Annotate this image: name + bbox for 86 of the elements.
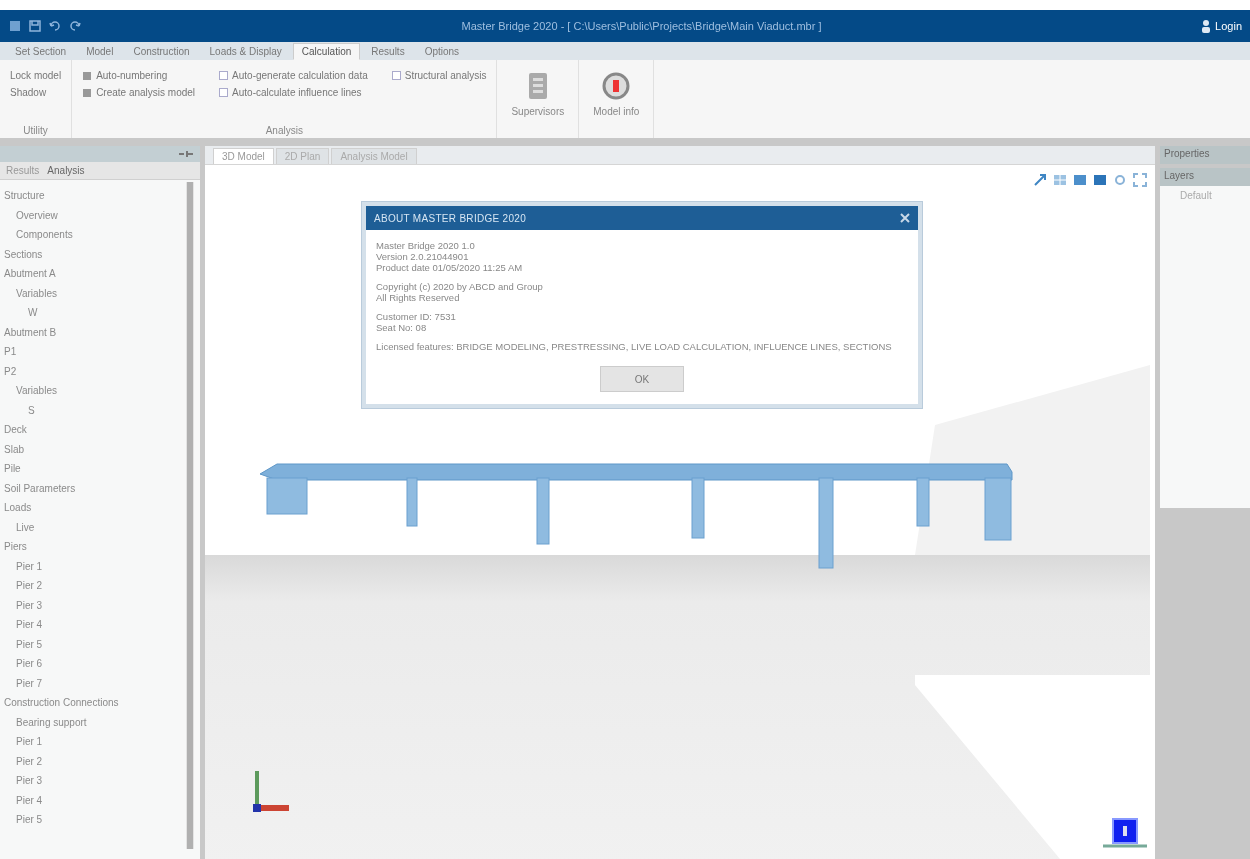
tree-item[interactable]: Pier 4 bbox=[16, 615, 43, 635]
option-checkbox[interactable]: Auto-generate calculation data bbox=[219, 70, 368, 81]
tree-item[interactable]: Pier 1 bbox=[16, 732, 43, 752]
tree-item[interactable]: Variables bbox=[16, 283, 57, 303]
panel-header: Layers bbox=[1160, 168, 1250, 186]
expand-icon[interactable] bbox=[1033, 173, 1047, 187]
tree-item[interactable]: Pier 4 bbox=[16, 790, 43, 810]
scrollbar-thumb[interactable] bbox=[187, 182, 193, 849]
dialog-text: Master Bridge 2020 1.0 bbox=[376, 240, 475, 251]
window-title: Master Bridge 2020 - [ C:\Users\Public\Projects\Bridge\Main Viaduct.mbr ] bbox=[460, 20, 823, 32]
ok-button[interactable]: OK bbox=[600, 366, 684, 392]
view-tab[interactable]: 3D Model bbox=[213, 148, 274, 164]
dialog-text: Seat No: 08 bbox=[376, 322, 427, 333]
tree-item[interactable]: Pier 1 bbox=[16, 556, 43, 576]
panel-tab[interactable]: Results bbox=[4, 165, 42, 176]
ribbon-button[interactable]: Lock model bbox=[10, 70, 62, 81]
tree-item[interactable]: Components bbox=[16, 225, 73, 245]
dialog-text: Copyright (c) 2020 by ABCD and Group bbox=[376, 281, 543, 292]
tree-item[interactable]: W bbox=[28, 303, 38, 323]
save-icon[interactable] bbox=[28, 19, 42, 33]
tree-item[interactable]: Pier 7 bbox=[16, 673, 43, 693]
dialog-text: Version 2.0.21044901 bbox=[376, 251, 469, 262]
ribbon-tab[interactable]: Model bbox=[77, 43, 123, 60]
layer-item[interactable]: Default bbox=[1160, 186, 1250, 205]
ribbon-tab[interactable]: Set Section bbox=[6, 43, 76, 60]
ribbon-button[interactable]: Model info bbox=[589, 64, 644, 136]
view-tab[interactable]: Analysis Model bbox=[331, 148, 417, 164]
tree-item[interactable]: Deck bbox=[4, 420, 27, 440]
ribbon-tab[interactable]: Loads & Display bbox=[200, 43, 291, 60]
dialog-text: Licensed features: BRIDGE MODELING, PRESTRESSING, LIVE LOAD CALCULATION, INFLUENCE LINES, SECTIONS bbox=[376, 341, 892, 352]
tree-item[interactable]: P1 bbox=[4, 342, 17, 362]
ribbon-tab[interactable]: Construction bbox=[124, 43, 199, 60]
pin-icon[interactable] bbox=[178, 150, 194, 158]
close-icon[interactable] bbox=[900, 213, 910, 223]
tree-item[interactable]: Soil Parameters bbox=[4, 478, 76, 498]
view-tab[interactable]: 2D Plan bbox=[275, 148, 330, 164]
tree-item[interactable]: Pier 2 bbox=[16, 576, 43, 596]
record-icon bbox=[602, 72, 631, 100]
dialog-title: ABOUT MASTER BRIDGE 2020 bbox=[374, 212, 527, 224]
ribbon-button[interactable]: Auto-numbering bbox=[82, 70, 196, 81]
tree-item[interactable]: Construction Connections bbox=[4, 693, 119, 713]
tree-item[interactable]: Pier 6 bbox=[16, 654, 43, 674]
option-checkbox[interactable]: Structural analysis bbox=[391, 70, 487, 81]
tree-item[interactable]: Variables bbox=[16, 381, 57, 401]
tree-item[interactable]: Pier 5 bbox=[16, 810, 43, 830]
tree-item[interactable]: Bearing support bbox=[16, 712, 87, 732]
grid-icon bbox=[82, 87, 93, 98]
panel-header: Properties bbox=[1160, 146, 1250, 164]
tree-item[interactable]: S bbox=[28, 400, 35, 420]
ribbon-button[interactable]: Supervisors bbox=[507, 64, 569, 136]
tree-item[interactable]: P2 bbox=[4, 361, 17, 381]
ribbon-button[interactable]: Shadow bbox=[10, 87, 62, 98]
ribbon-tab[interactable]: Calculation bbox=[292, 43, 361, 60]
login-link[interactable]: Login bbox=[1215, 20, 1242, 32]
tree-item[interactable]: Pier 2 bbox=[16, 751, 43, 771]
tree-item[interactable]: Structure bbox=[4, 186, 45, 206]
app-icon bbox=[8, 19, 22, 33]
group-label: Analysis bbox=[264, 125, 304, 136]
ribbon-button[interactable]: Create analysis model bbox=[82, 87, 196, 98]
undo-icon[interactable] bbox=[48, 19, 62, 33]
tree-item[interactable]: Slab bbox=[4, 439, 24, 459]
tree-item[interactable]: Pier 5 bbox=[16, 634, 43, 654]
tree-item[interactable]: Abutment A bbox=[4, 264, 56, 284]
redo-icon[interactable] bbox=[68, 19, 82, 33]
tree-item[interactable]: Pier 3 bbox=[16, 771, 43, 791]
user-icon bbox=[1201, 19, 1212, 33]
ribbon-tab[interactable]: Options bbox=[415, 43, 469, 60]
option-checkbox[interactable]: Auto-calculate influence lines bbox=[219, 87, 368, 98]
tree-item[interactable]: Live bbox=[16, 517, 35, 537]
tree-item[interactable]: Piers bbox=[4, 537, 27, 557]
tree-item[interactable]: Pile bbox=[4, 459, 21, 479]
group-label: Utility bbox=[22, 125, 49, 136]
tree-item[interactable]: Loads bbox=[4, 498, 32, 518]
tree-item[interactable]: Pier 3 bbox=[16, 595, 43, 615]
grid-icon bbox=[82, 70, 93, 81]
tree-item[interactable]: Abutment B bbox=[4, 322, 57, 342]
ribbon-tab[interactable]: Results bbox=[362, 43, 414, 60]
document-icon bbox=[527, 72, 548, 100]
dialog-text: Product date 01/05/2020 11:25 AM bbox=[376, 262, 523, 273]
tree-item[interactable]: Overview bbox=[16, 205, 58, 225]
dialog-text: Customer ID: 7531 bbox=[376, 311, 456, 322]
tree-item[interactable]: Sections bbox=[4, 244, 43, 264]
view-cube-icon[interactable] bbox=[1103, 817, 1147, 849]
panel-tab[interactable]: Analysis bbox=[45, 165, 87, 176]
dialog-text: All Rights Reserved bbox=[376, 292, 460, 303]
fullscreen-icon[interactable] bbox=[1133, 173, 1147, 187]
